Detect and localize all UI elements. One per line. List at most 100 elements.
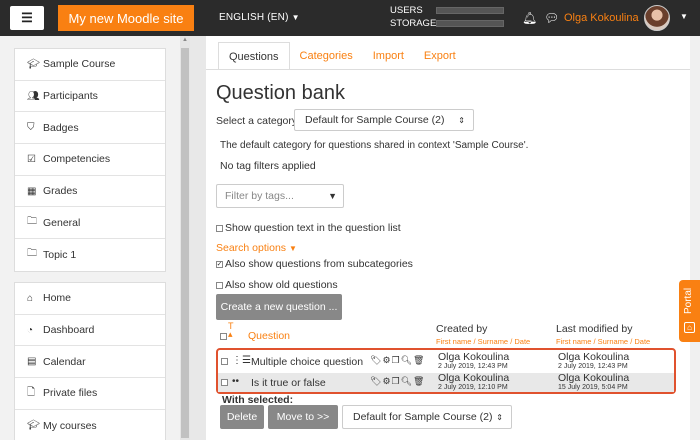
created-date: 2 July 2019, 12:43 PM: [438, 363, 508, 370]
category-select[interactable]: Default for Sample Course (2) ⇕: [294, 109, 474, 131]
portal-icon: ⌂: [684, 322, 695, 333]
sidebar-item-calendar[interactable]: ▤ Calendar: [15, 346, 165, 379]
chevron-down-icon[interactable]: ▼: [680, 12, 688, 21]
sidebar-item-label: My courses: [43, 419, 97, 432]
scrollbar-thumb[interactable]: [181, 48, 189, 438]
graduation-cap-icon: 🎓︎: [27, 420, 40, 432]
bell-icon[interactable]: 🔔︎: [522, 11, 537, 25]
old-questions-checkbox[interactable]: [216, 281, 223, 289]
row-checkbox[interactable]: [221, 379, 228, 386]
checkbox-icon: ☑: [27, 153, 36, 165]
tab-bar: Questions Categories Import Export: [218, 42, 466, 70]
subcategories-checkbox[interactable]: ✓: [216, 260, 223, 268]
caret-down-icon: ▼: [328, 191, 337, 201]
gear-icon[interactable]: ⚙: [382, 355, 391, 365]
home-icon: ⌂: [27, 292, 34, 304]
sidebar-scrollbar[interactable]: [180, 36, 190, 440]
tab-import[interactable]: Import: [363, 42, 414, 70]
sidebar-item-home[interactable]: ⌂ Home: [15, 283, 165, 315]
search-options-toggle[interactable]: Search options ▼: [216, 242, 297, 254]
row-actions: 🏷︎⚙❐🔍︎🗑︎: [370, 355, 425, 366]
modified-date: 2 July 2019, 12:43 PM: [558, 363, 628, 370]
modified-sort-links[interactable]: First name / Surname / Date: [556, 337, 650, 346]
sidebar-item-dashboard[interactable]: ◔ Dashboard: [15, 315, 165, 347]
tag-icon[interactable]: 🏷︎: [370, 376, 382, 386]
sidebar-item-private-files[interactable]: 🗋 Private files: [15, 378, 165, 410]
created-sort-links[interactable]: First name / Surname / Date: [436, 337, 530, 346]
sort-by-type-link[interactable]: T ▴: [228, 322, 234, 339]
portal-side-tab[interactable]: Portal ⌂: [679, 280, 700, 342]
question-name[interactable]: Is it true or false: [251, 377, 326, 389]
tab-divider: [206, 69, 690, 70]
tab-questions[interactable]: Questions: [218, 42, 290, 70]
create-question-button[interactable]: Create a new question ...: [216, 294, 342, 320]
sidebar-item-competencies[interactable]: ☑ Competencies: [15, 144, 165, 176]
user-name[interactable]: Olga Kokoulina: [564, 12, 639, 24]
tab-categories[interactable]: Categories: [290, 42, 363, 70]
delete-button[interactable]: Delete: [220, 405, 264, 429]
row-actions: 🏷︎⚙❐🔍︎🗑︎: [370, 376, 425, 387]
usage-meters: USERS STORAGE: [390, 4, 504, 30]
created-date: 2 July 2019, 12:10 PM: [438, 384, 508, 391]
select-all-checkbox[interactable]: [220, 333, 227, 340]
table-icon: ▦: [27, 185, 37, 197]
modified-by: Olga Kokoulina: [558, 351, 630, 363]
language-menu[interactable]: ENGLISH (EN) ▼: [219, 12, 300, 23]
copy-icon[interactable]: ❐: [392, 355, 401, 365]
show-text-checkbox[interactable]: [216, 224, 223, 232]
site-nav: ⌂ Home ◔ Dashboard ▤ Calendar 🗋 Private files 🎓︎…: [14, 282, 166, 440]
question-column-header[interactable]: Question: [248, 330, 290, 342]
sidebar-item-label: Participants: [43, 90, 98, 103]
dots-icon: ••: [232, 376, 240, 387]
page-title: Question bank: [216, 82, 345, 104]
avatar[interactable]: [644, 5, 670, 31]
sidebar-item-badges[interactable]: ⛉ Badges: [15, 112, 165, 145]
users-usage-label: USERS: [390, 5, 423, 16]
sidebar-item-label: General: [43, 216, 81, 229]
table-row: •• Is it true or false 🏷︎⚙❐🔍︎🗑︎ Olga Kok…: [218, 373, 674, 392]
table-row: ⋮☰ Multiple choice question 🏷︎⚙❐🔍︎🗑︎ Olg…: [218, 352, 674, 371]
main-region: Questions Categories Import Export Quest…: [206, 36, 690, 440]
sort-icon: ▴: [228, 329, 233, 339]
gear-icon[interactable]: ⚙: [382, 376, 391, 386]
tag-filter-status: No tag filters applied: [220, 160, 316, 172]
sidebar-item-grades[interactable]: ▦ Grades: [15, 176, 165, 208]
scroll-up-icon[interactable]: ▲: [182, 37, 188, 43]
folder-icon: 🗀: [27, 216, 37, 228]
move-target-select[interactable]: Default for Sample Course (2) ⇕: [342, 405, 512, 429]
trash-icon[interactable]: 🗑︎: [413, 376, 425, 386]
sidebar-item-label: Private files: [43, 387, 98, 400]
sidebar-item-my-courses[interactable]: 🎓︎ My courses: [15, 410, 165, 440]
chat-icon[interactable]: 💬︎: [544, 11, 559, 25]
select-arrows-icon: ⇕: [496, 412, 503, 422]
sidebar-item-label: Dashboard: [43, 324, 95, 337]
trash-icon[interactable]: 🗑︎: [413, 355, 425, 365]
graduation-cap-icon: 🎓︎: [27, 58, 40, 70]
sidebar-item-label: Competencies: [43, 153, 111, 166]
tag-icon[interactable]: 🏷︎: [370, 355, 382, 365]
menu-toggle-button[interactable]: ☰: [10, 6, 44, 30]
category-description: The default category for questions share…: [220, 140, 529, 151]
created-column-header: Created by: [436, 323, 488, 335]
show-text-option: Show question text in the question list: [216, 222, 401, 234]
question-name[interactable]: Multiple choice question: [251, 356, 363, 368]
course-nav: 🎓︎ Sample Course 👥︎ Participants ⛉ Badges ☑ Com…: [14, 48, 166, 272]
copy-icon[interactable]: ❐: [392, 376, 401, 386]
sidebar-item-label: Sample Course: [43, 58, 116, 71]
portal-label: Portal: [683, 287, 694, 314]
preview-icon[interactable]: 🔍︎: [401, 376, 413, 386]
sidebar-item-general[interactable]: 🗀 General: [15, 207, 165, 240]
sidebar-item-label: Home: [43, 292, 72, 305]
sidebar-item-topic-1[interactable]: 🗀 Topic 1: [15, 239, 165, 271]
modified-by: Olga Kokoulina: [558, 372, 630, 384]
row-checkbox[interactable]: [221, 358, 228, 365]
site-name-link[interactable]: My new Moodle site: [58, 5, 194, 31]
preview-icon[interactable]: 🔍︎: [401, 355, 413, 365]
tag-filter-input[interactable]: Filter by tags... ▼: [216, 184, 344, 208]
move-to-button[interactable]: Move to >>: [268, 405, 338, 429]
tab-export[interactable]: Export: [414, 42, 466, 70]
sidebar-item-participants[interactable]: 👥︎ Participants: [15, 81, 165, 113]
sidebar-item-sample-course[interactable]: 🎓︎ Sample Course: [15, 49, 165, 81]
subcategories-option: ✓ Also show questions from subcategories: [216, 258, 413, 270]
sidebar-item-label: Grades: [43, 185, 78, 198]
